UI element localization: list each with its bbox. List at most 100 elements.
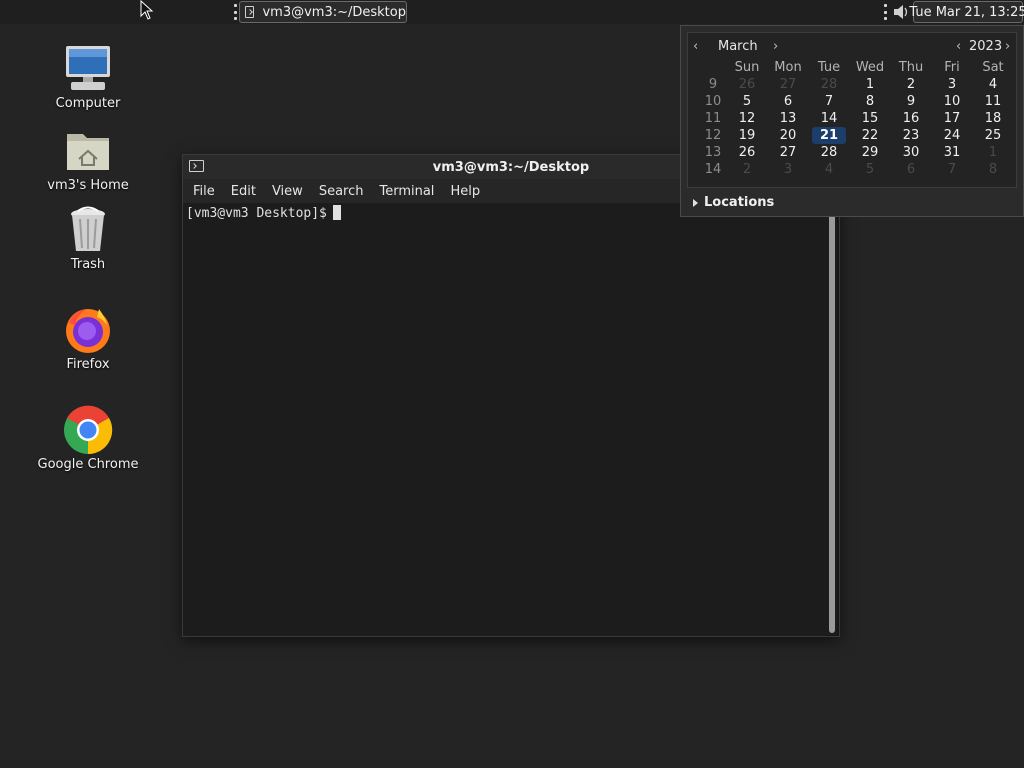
menu-file[interactable]: File: [185, 184, 223, 199]
calendar-popup: ‹ March › ‹ 2023 › Sun Mon Tue Wed Thu F…: [680, 25, 1024, 217]
weekday-label: Mon: [774, 60, 802, 75]
calendar-day[interactable]: 7: [812, 93, 846, 110]
calendar-weekday-header: Sun Mon Tue Wed Thu Fri Sat: [688, 59, 1018, 76]
desktop-icon-label: Computer: [55, 96, 121, 111]
calendar-day[interactable]: 1: [853, 76, 887, 93]
terminal-scrollbar-thumb[interactable]: [829, 203, 835, 633]
calendar-day[interactable]: 14: [812, 110, 846, 127]
calendar-day[interactable]: 6: [894, 161, 928, 178]
calendar-day[interactable]: 31: [935, 144, 969, 161]
calendar-day[interactable]: 3: [771, 161, 805, 178]
desktop-icon-home[interactable]: vm3's Home: [33, 126, 143, 193]
desktop-icon-computer[interactable]: Computer: [33, 44, 143, 111]
home-folder-icon: [67, 134, 109, 170]
terminal-icon: [245, 6, 255, 18]
chrome-icon: [64, 405, 113, 455]
week-number: 9: [708, 77, 718, 92]
terminal-prompt: [vm3@vm3 Desktop]$: [186, 206, 327, 221]
menu-edit[interactable]: Edit: [223, 184, 264, 199]
calendar-day[interactable]: 4: [976, 76, 1010, 93]
taskbar-terminal-button[interactable]: vm3@vm3:~/Desktop: [239, 1, 407, 23]
calendar-day[interactable]: 4: [812, 161, 846, 178]
weekday-label: Tue: [817, 60, 841, 75]
clock-text: Tue Mar 21, 13:25: [909, 4, 1024, 20]
mouse-pointer-icon: [140, 0, 154, 20]
desktop-icon-trash[interactable]: Trash: [33, 205, 143, 272]
calendar-day[interactable]: 2: [894, 76, 928, 93]
calendar-day[interactable]: 3: [935, 76, 969, 93]
weekday-label: Thu: [898, 60, 924, 75]
calendar-day[interactable]: 26: [730, 144, 764, 161]
menu-search[interactable]: Search: [311, 184, 372, 199]
calendar-week-row: 10 5 6 7 8 9 10 11: [688, 93, 1018, 110]
weekday-label: Sat: [982, 60, 1004, 75]
calendar-day[interactable]: 20: [771, 127, 805, 144]
tray-grip-handle[interactable]: [883, 4, 887, 20]
calendar-day[interactable]: 23: [894, 127, 928, 144]
weekday-label: Sun: [734, 60, 760, 75]
calendar-week-row: 11 12 13 14 15 16 17 18: [688, 110, 1018, 127]
calendar-day-today[interactable]: 21: [812, 127, 846, 144]
calendar-month: March: [718, 39, 758, 54]
calendar-day[interactable]: 18: [976, 110, 1010, 127]
calendar-day[interactable]: 30: [894, 144, 928, 161]
week-number: 12: [704, 128, 722, 143]
calendar-day[interactable]: 13: [771, 110, 805, 127]
desktop-icon-label: Trash: [70, 257, 106, 272]
calendar-day[interactable]: 17: [935, 110, 969, 127]
calendar-day[interactable]: 2: [730, 161, 764, 178]
calendar-day[interactable]: 12: [730, 110, 764, 127]
week-number: 11: [704, 111, 722, 126]
calendar-day[interactable]: 27: [771, 144, 805, 161]
locations-label: Locations: [704, 195, 775, 210]
speaker-icon[interactable]: [892, 2, 910, 22]
terminal-title: vm3@vm3:~/Desktop: [432, 159, 590, 175]
locations-expander[interactable]: Locations: [693, 195, 774, 210]
terminal-output[interactable]: [vm3@vm3 Desktop]$: [183, 203, 827, 636]
trash-icon: [71, 206, 105, 251]
desktop-icon-label: Google Chrome: [37, 457, 139, 472]
week-number: 10: [704, 94, 722, 109]
calendar-day[interactable]: 5: [853, 161, 887, 178]
calendar-day[interactable]: 10: [935, 93, 969, 110]
prev-month-button[interactable]: ‹: [693, 39, 698, 54]
calendar-day[interactable]: 28: [812, 144, 846, 161]
calendar-day[interactable]: 16: [894, 110, 928, 127]
menu-view[interactable]: View: [264, 184, 311, 199]
desktop-icon-firefox[interactable]: Firefox: [33, 305, 143, 372]
calendar-day[interactable]: 28: [812, 76, 846, 93]
computer-icon: [66, 46, 110, 90]
calendar-week-row: 13 26 27 28 29 30 31 1: [688, 144, 1018, 161]
next-year-button[interactable]: ›: [1005, 39, 1010, 54]
calendar-day[interactable]: 6: [771, 93, 805, 110]
calendar-day[interactable]: 25: [976, 127, 1010, 144]
clock-button[interactable]: Tue Mar 21, 13:25: [909, 1, 1024, 23]
desktop-icon-chrome[interactable]: Google Chrome: [33, 405, 143, 472]
taskbar-terminal-label: vm3@vm3:~/Desktop: [262, 4, 406, 20]
calendar-day[interactable]: 7: [935, 161, 969, 178]
firefox-icon: [66, 309, 110, 353]
week-number: 13: [704, 145, 722, 160]
calendar-day[interactable]: 22: [853, 127, 887, 144]
terminal-scrollbar[interactable]: [827, 203, 837, 635]
calendar-day[interactable]: 8: [853, 93, 887, 110]
calendar-day[interactable]: 1: [976, 144, 1010, 161]
calendar-day[interactable]: 26: [730, 76, 764, 93]
terminal-icon: [189, 160, 204, 172]
calendar-day[interactable]: 11: [976, 93, 1010, 110]
next-month-button[interactable]: ›: [773, 39, 778, 54]
terminal-window[interactable]: vm3@vm3:~/Desktop File Edit View Search …: [182, 154, 840, 637]
calendar-day[interactable]: 9: [894, 93, 928, 110]
prev-year-button[interactable]: ‹: [956, 39, 961, 54]
taskbar-grip-handle[interactable]: [233, 4, 237, 20]
calendar-day[interactable]: 5: [730, 93, 764, 110]
menu-help[interactable]: Help: [442, 184, 488, 199]
calendar-day[interactable]: 29: [853, 144, 887, 161]
calendar-day[interactable]: 8: [976, 161, 1010, 178]
calendar-day[interactable]: 15: [853, 110, 887, 127]
calendar-day[interactable]: 27: [771, 76, 805, 93]
calendar-grid: Sun Mon Tue Wed Thu Fri Sat 9 26 27 28 1 2 3 4 1…: [688, 59, 1018, 178]
calendar-day[interactable]: 24: [935, 127, 969, 144]
calendar-day[interactable]: 19: [730, 127, 764, 144]
menu-terminal[interactable]: Terminal: [371, 184, 442, 199]
